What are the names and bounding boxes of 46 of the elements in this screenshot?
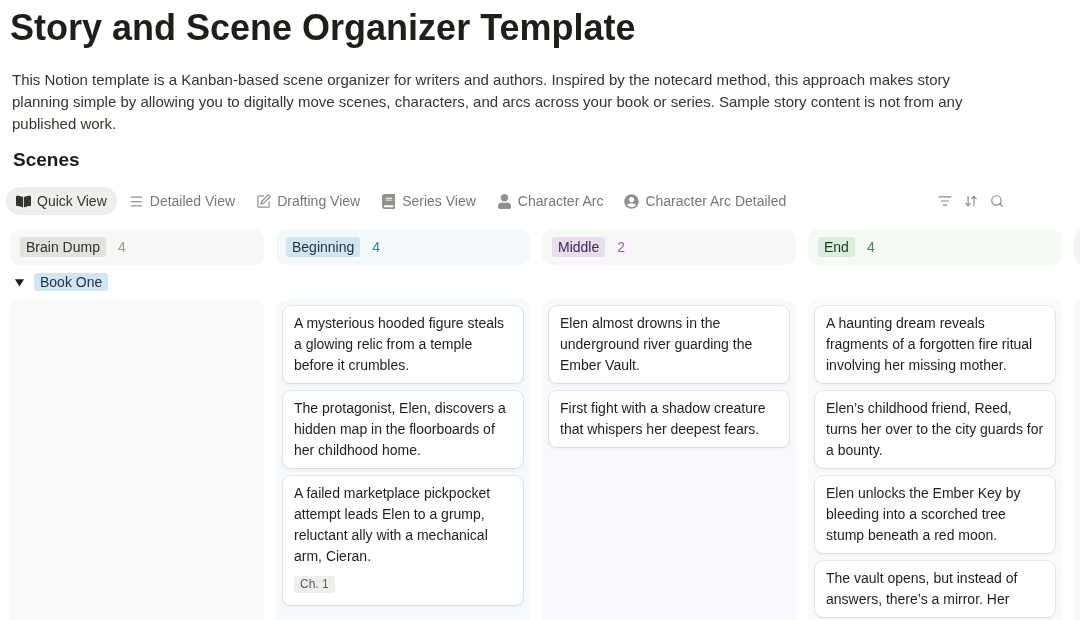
pencil-square-icon bbox=[256, 193, 272, 209]
scene-card[interactable]: A mysterious hooded figure steals a glowing relic from a temple before it crumbles. bbox=[283, 306, 523, 383]
view-tab[interactable]: Character Arc Detailed bbox=[615, 187, 796, 215]
group-tag: Book One bbox=[34, 273, 109, 291]
person-icon bbox=[496, 193, 512, 209]
chapter-tag: Ch. 1 bbox=[294, 576, 335, 593]
view-tab[interactable]: Detailed View bbox=[119, 187, 245, 215]
sort-icon[interactable] bbox=[964, 194, 978, 208]
scene-card[interactable]: Elen’s childhood friend, Reed, turns her over to the city guards for a bounty. bbox=[815, 391, 1055, 468]
scene-card[interactable]: A haunting dream reveals fragments of a forgotten fire ritual involving her missing mother. bbox=[815, 306, 1055, 383]
search-icon[interactable] bbox=[990, 194, 1004, 208]
scene-card[interactable]: First fight with a shadow creature that whispers her deepest fears. bbox=[549, 391, 789, 447]
view-tab[interactable]: Series View bbox=[372, 187, 485, 215]
card-text: Elen’s childhood friend, Reed, turns her over to the city guards for a bounty. bbox=[826, 399, 1044, 460]
view-tab[interactable]: Drafting View bbox=[247, 187, 370, 215]
card-text: A mysterious hooded figure steals a glowing relic from a temple before it crumbles. bbox=[294, 314, 506, 375]
card-text: The protagonist, Elen, discovers a hidden map in the floorboards of her childhood home. bbox=[294, 399, 507, 460]
section-heading: Scenes bbox=[13, 148, 80, 172]
filter-icon[interactable] bbox=[938, 194, 952, 208]
book-icon bbox=[381, 193, 397, 209]
caret-icon[interactable] bbox=[15, 277, 24, 287]
card-text: The vault opens, but instead of answers, there’s a mirror. Her bbox=[826, 569, 1019, 609]
page-description: This Notion template is a Kanban-based scene organizer for writers and authors. Inspired by the notecard method, this approach makes story planning simple by allowing you to digitally move scenes, characters, and arcs across your book or series. Sample story content is not from any published work. bbox=[12, 70, 964, 134]
list-icon bbox=[128, 193, 144, 209]
card-text: Elen unlocks the Ember Key by bleeding into a scorched tree stump beneath a red moon. bbox=[826, 484, 1022, 545]
card-count: 2 bbox=[617, 238, 626, 257]
card-count: 4 bbox=[866, 238, 875, 257]
card-count: 4 bbox=[117, 238, 126, 257]
status-tag: Middle bbox=[552, 237, 606, 257]
card-text: First fight with a shadow creature that whispers her deepest fears. bbox=[560, 399, 767, 439]
scene-card[interactable]: Elen almost drowns in the underground river guarding the Ember Vault. bbox=[549, 306, 789, 383]
page-title: Story and Scene Organizer Template bbox=[10, 6, 636, 50]
card-count: 4 bbox=[372, 238, 381, 257]
scene-card[interactable]: The vault opens, but instead of answers, there’s a mirror. Her bbox=[815, 561, 1055, 617]
status-tag: Brain Dump bbox=[20, 237, 106, 257]
scene-card[interactable]: The protagonist, Elen, discovers a hidden map in the floorboards of her childhood home. bbox=[283, 391, 523, 468]
view-tab[interactable]: Quick View bbox=[6, 187, 117, 215]
card-text: A haunting dream reveals fragments of a forgotten fire ritual involving her missing mother. bbox=[826, 314, 1034, 375]
scene-card[interactable]: A failed marketplace pickpocket attempt leads Elen to a grump, reluctant ally with a mechanical arm, Cieran. Ch. 1 bbox=[283, 476, 523, 605]
book-open-icon bbox=[16, 193, 31, 209]
card-text: Elen almost drowns in the underground river guarding the Ember Vault. bbox=[560, 314, 754, 375]
status-tag: End bbox=[818, 237, 855, 257]
card-text: A failed marketplace pickpocket attempt leads Elen to a grump, reluctant ally with a mechanical arm, Cieran. bbox=[294, 484, 492, 566]
status-tag: Beginning bbox=[286, 237, 361, 257]
scene-card[interactable]: Elen unlocks the Ember Key by bleeding into a scorched tree stump beneath a red moon. bbox=[815, 476, 1055, 553]
view-tab[interactable]: Character Arc bbox=[487, 187, 613, 215]
